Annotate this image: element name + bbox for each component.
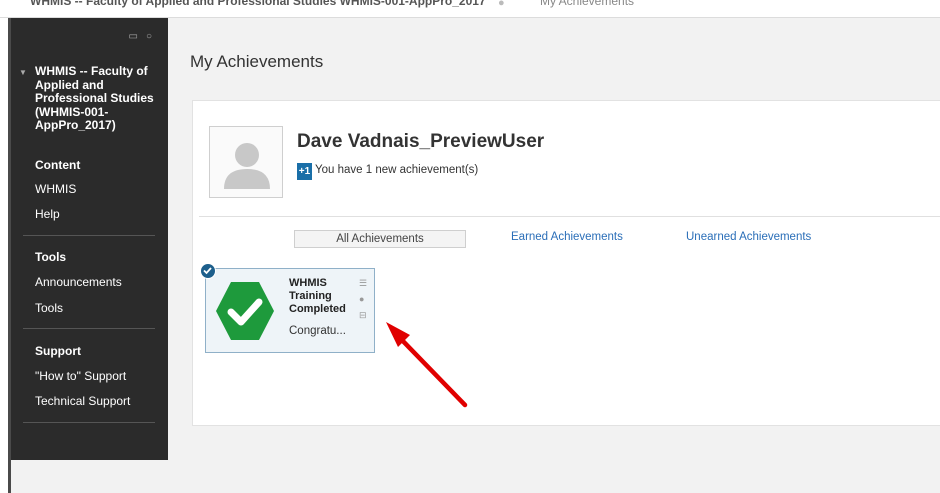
details-list-icon[interactable]: ☰ xyxy=(359,278,367,289)
menu-item-content[interactable]: Content xyxy=(35,158,80,172)
course-title[interactable]: WHMIS -- Faculty of Applied and Professi… xyxy=(35,64,165,133)
tab-all-achievements[interactable]: All Achievements xyxy=(294,230,466,248)
menu-divider xyxy=(23,235,155,236)
course-menu: ▭○ ▼ WHMIS -- Faculty of Applied and Pro… xyxy=(11,18,168,460)
user-name: Dave Vadnais_PreviewUser xyxy=(297,131,545,152)
menu-display-options: ▭○ xyxy=(129,31,161,42)
menu-item-announcements[interactable]: Announcements xyxy=(35,275,122,289)
new-achievement-badge: +1 xyxy=(297,163,312,180)
menu-item-help[interactable]: Help xyxy=(35,207,60,221)
achievement-badge-icon xyxy=(216,282,274,340)
menu-divider xyxy=(23,328,155,329)
menu-item-technical-support[interactable]: Technical Support xyxy=(35,394,130,408)
achievement-title: WHMIS Training Completed xyxy=(289,277,346,315)
breadcrumb-course-link[interactable]: WHMIS -- Faculty of Applied and Professi… xyxy=(30,0,486,8)
tab-unearned-achievements[interactable]: Unearned Achievements xyxy=(686,231,811,243)
avatar xyxy=(209,126,283,198)
menu-divider xyxy=(23,422,155,423)
menu-item-tools[interactable]: Tools xyxy=(35,301,63,315)
breadcrumb: WHMIS -- Faculty of Applied and Professi… xyxy=(0,0,940,18)
achievements-panel: Dave Vadnais_PreviewUser +1 You have 1 n… xyxy=(192,100,940,426)
page-title: My Achievements xyxy=(190,52,324,71)
menu-heading-support: Support xyxy=(35,344,81,358)
main-content: My Achievements Dave Vadnais_PreviewUser… xyxy=(168,18,940,493)
tab-earned-achievements[interactable]: Earned Achievements xyxy=(511,231,623,243)
breadcrumb-current: My Achievements xyxy=(540,0,635,8)
achievement-description: Congratu... xyxy=(289,325,346,337)
collapse-caret-icon[interactable]: ▼ xyxy=(19,68,27,77)
earned-check-icon xyxy=(200,263,216,279)
folder-view-icon[interactable]: ▭ xyxy=(129,31,146,42)
menu-heading-tools: Tools xyxy=(35,250,67,264)
menu-item-whmis[interactable]: WHMIS xyxy=(35,182,76,196)
user-silhouette-icon xyxy=(224,143,270,189)
achievement-tile[interactable]: WHMIS Training Completed Congratu... ☰ ●… xyxy=(200,263,375,353)
new-achievement-text: You have 1 new achievement(s) xyxy=(315,164,479,176)
left-edge xyxy=(0,18,8,493)
divider xyxy=(199,216,940,217)
breadcrumb-separator-icon: ● xyxy=(498,0,505,9)
refresh-icon[interactable]: ○ xyxy=(146,31,160,42)
status-dot-icon: ● xyxy=(359,294,365,304)
menu-item-how-to-support[interactable]: "How to" Support xyxy=(35,369,126,383)
print-icon[interactable]: ⊟ xyxy=(359,310,367,321)
